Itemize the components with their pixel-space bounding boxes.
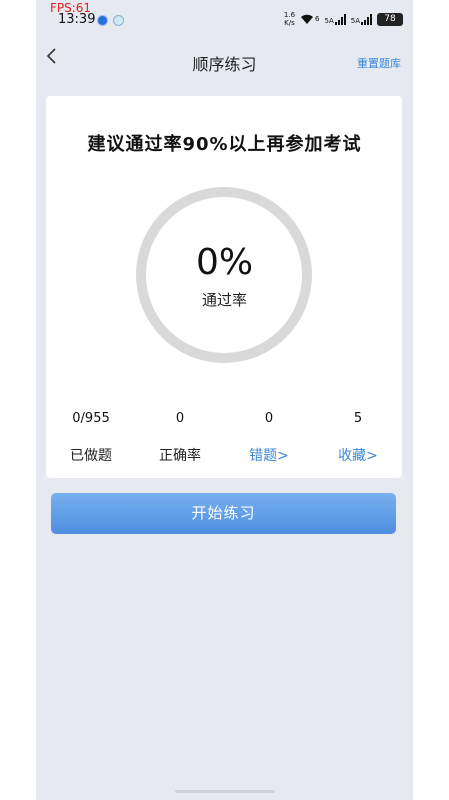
reset-question-bank-button[interactable]: 重置题库 xyxy=(357,55,401,71)
wifi-icon: 6 xyxy=(300,14,320,25)
net-speed-unit: K/s xyxy=(284,19,295,27)
home-indicator xyxy=(175,790,275,793)
app-notification-icon-2 xyxy=(113,15,124,26)
done-count-label: 已做题 xyxy=(70,448,112,464)
status-indicators: 1.6 K/s 6 5A 5A 78 xyxy=(284,10,413,28)
sim2-tag: 5A xyxy=(350,16,360,25)
favorites-count-value: 5 xyxy=(353,411,363,426)
pass-rate-value: 0% xyxy=(195,242,254,283)
start-practice-button[interactable]: 开始练习 xyxy=(51,493,396,534)
signal-icon-2: 5A xyxy=(350,13,372,25)
app-notification-icon xyxy=(97,15,108,26)
status-time: 13:39 xyxy=(58,12,96,27)
battery-icon: 78 xyxy=(377,12,403,26)
pass-rate-label: 通过率 xyxy=(201,291,247,309)
wrong-questions-link[interactable]: 错题> xyxy=(229,445,309,465)
wifi-tag: 6 xyxy=(315,15,320,23)
accuracy-value: 0 xyxy=(175,411,185,426)
advice-headline: 建议通过率90%以上再参加考试 xyxy=(87,134,362,155)
wrong-count-value: 0 xyxy=(264,411,274,426)
sim1-tag: 5A xyxy=(324,16,334,25)
done-count-value: 0/955 xyxy=(72,411,110,426)
net-speed-value: 1.6 xyxy=(283,11,296,19)
net-speed: 1.6 K/s xyxy=(284,11,295,27)
favorites-link[interactable]: 收藏> xyxy=(318,445,398,465)
accuracy-label: 正确率 xyxy=(159,448,201,464)
signal-icon: 5A xyxy=(324,13,346,25)
